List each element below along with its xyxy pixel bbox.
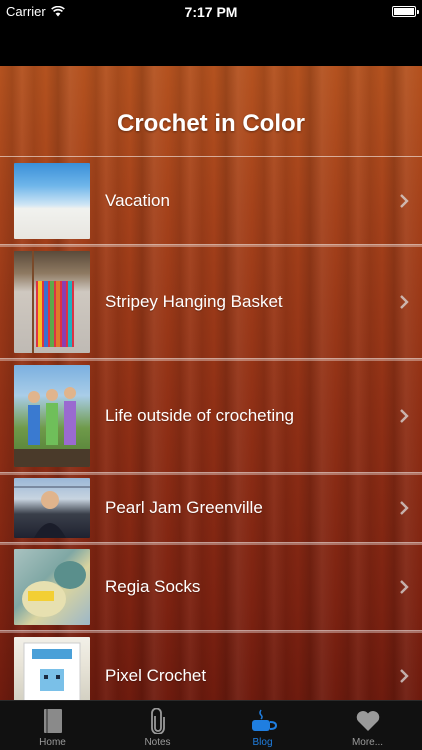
page-title: Crochet in Color xyxy=(116,110,305,137)
post-thumbnail xyxy=(14,478,90,538)
post-thumbnail xyxy=(14,251,90,353)
list-item-life-outside-of-crocheting[interactable]: Life outside of crocheting xyxy=(0,358,422,475)
kids-illustration xyxy=(14,387,90,467)
list-item-pearl-jam-greenville[interactable]: Pearl Jam Greenville xyxy=(0,472,422,545)
chevron-right-icon xyxy=(400,409,409,423)
basket-illustration xyxy=(36,281,74,347)
chevron-right-icon xyxy=(400,194,409,208)
list-item-stripey-hanging-basket[interactable]: Stripey Hanging Basket xyxy=(0,244,422,361)
blog-list-screen: Crochet in Color Vacation Stripey Hangin… xyxy=(0,66,422,700)
chevron-right-icon xyxy=(400,295,409,309)
tab-home[interactable]: Home xyxy=(0,701,105,750)
header: Crochet in Color xyxy=(0,66,422,156)
tab-more[interactable]: More... xyxy=(315,701,420,750)
list-item-pixel-crochet[interactable]: Pixel Crochet xyxy=(0,630,422,700)
book-cover-illustration xyxy=(23,642,81,700)
tab-label: Notes xyxy=(144,737,171,748)
concert-illustration xyxy=(14,486,90,538)
book-icon xyxy=(39,707,67,735)
post-thumbnail xyxy=(14,163,90,239)
tab-bar: Home Notes Blog More... xyxy=(0,700,422,750)
paperclip-icon xyxy=(144,707,172,735)
list-item-vacation[interactable]: Vacation xyxy=(0,156,422,247)
heart-icon xyxy=(354,707,382,735)
tab-notes[interactable]: Notes xyxy=(105,701,210,750)
tab-blog[interactable]: Blog xyxy=(210,701,315,750)
list-item-regia-socks[interactable]: Regia Socks xyxy=(0,542,422,633)
post-title: Pixel Crochet xyxy=(105,666,207,685)
tab-label: Home xyxy=(39,737,66,748)
post-thumbnail xyxy=(14,549,90,625)
post-title: Pearl Jam Greenville xyxy=(105,498,263,517)
chevron-right-icon xyxy=(400,501,409,515)
post-title: Stripey Hanging Basket xyxy=(105,292,283,311)
chevron-right-icon xyxy=(400,669,409,683)
status-bar: Carrier 7:17 PM xyxy=(0,0,422,22)
post-thumbnail xyxy=(14,365,90,467)
tab-label: More... xyxy=(351,737,384,748)
tab-label: Blog xyxy=(252,737,273,748)
coffee-cup-icon xyxy=(249,707,277,735)
status-time: 7:17 PM xyxy=(184,4,238,20)
post-title: Vacation xyxy=(105,191,170,210)
post-thumbnail xyxy=(14,637,90,700)
post-title: Life outside of crocheting xyxy=(105,406,295,425)
battery-icon xyxy=(392,6,419,17)
chevron-right-icon xyxy=(400,580,409,594)
post-title: Regia Socks xyxy=(105,577,201,596)
yarn-illustration xyxy=(22,561,86,617)
